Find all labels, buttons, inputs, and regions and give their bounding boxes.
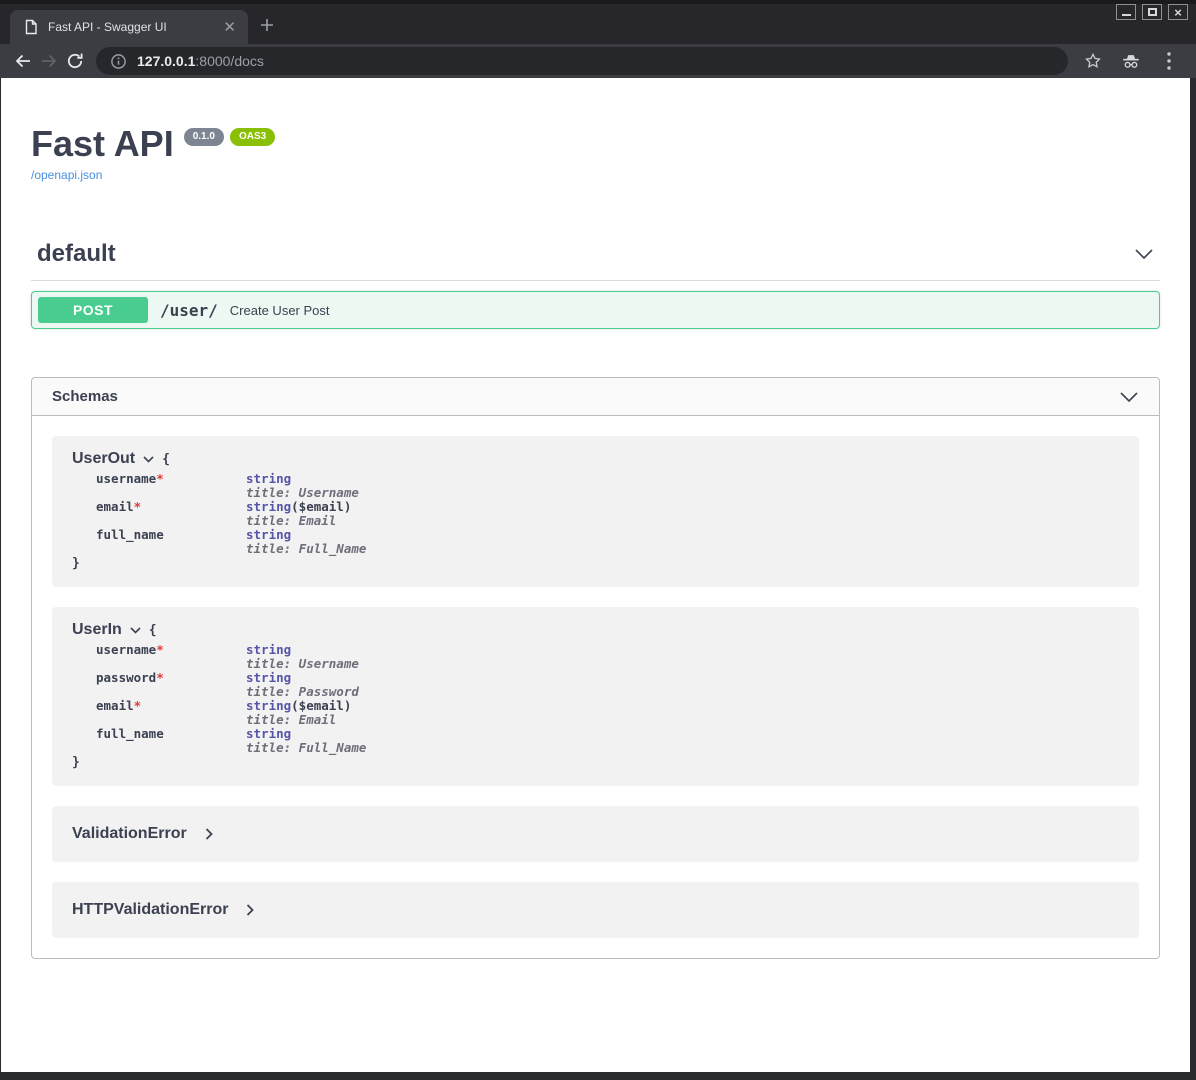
- endpoint-path: /user/: [160, 301, 218, 320]
- property-type: string: [246, 527, 291, 542]
- model-properties: username* string title: Username passwor…: [96, 643, 1119, 755]
- new-tab-button[interactable]: [260, 18, 274, 32]
- minimize-icon: [1122, 14, 1131, 16]
- model-title: UserIn: [72, 621, 122, 639]
- version-badge: 0.1.0: [184, 128, 224, 146]
- required-star: *: [156, 642, 164, 657]
- toolbar-actions: [1080, 48, 1182, 74]
- model-userout: UserOut { username* string title: Userna…: [52, 436, 1139, 587]
- openapi-spec-link[interactable]: /openapi.json: [31, 168, 102, 182]
- info-icon[interactable]: [110, 53, 127, 70]
- property-type: string: [246, 499, 291, 514]
- tag-section-default: default POST /user/ Create User Post: [31, 240, 1160, 329]
- model-userout-toggle[interactable]: UserOut {: [72, 450, 1119, 468]
- close-window-icon: ×: [1174, 6, 1182, 19]
- model-properties: username* string title: Username email* …: [96, 472, 1119, 556]
- property-title: title: Full_Name: [246, 741, 366, 755]
- required-star: *: [134, 499, 142, 514]
- incognito-icon[interactable]: [1118, 48, 1144, 74]
- model-title: ValidationError: [72, 825, 187, 843]
- tab-title: Fast API - Swagger UI: [48, 20, 221, 34]
- property-row: username* string title: Username: [96, 472, 1119, 500]
- close-brace: }: [72, 556, 1119, 571]
- model-title: HTTPValidationError: [72, 901, 228, 919]
- schemas-body: UserOut { username* string title: Userna…: [32, 416, 1159, 958]
- required-star: *: [156, 471, 164, 486]
- kebab-menu-icon[interactable]: [1156, 48, 1182, 74]
- close-window-button[interactable]: ×: [1168, 4, 1188, 20]
- property-row: email* string($email) title: Email: [96, 699, 1119, 727]
- model-userin: UserIn { username* string title: Usernam…: [52, 607, 1139, 786]
- property-format: ($email): [291, 499, 351, 514]
- api-info: Fast API 0.1.0 OAS3 /openapi.json: [1, 78, 1190, 184]
- model-httpvalidationerror[interactable]: HTTPValidationError: [52, 882, 1139, 938]
- property-type: string: [246, 726, 291, 741]
- property-row: email* string($email) title: Email: [96, 500, 1119, 528]
- property-format: ($email): [291, 698, 351, 713]
- schemas-title: Schemas: [52, 388, 118, 405]
- property-title: title: Password: [246, 685, 359, 699]
- chevron-right-icon[interactable]: [205, 828, 213, 840]
- bookmark-star-icon[interactable]: [1080, 48, 1106, 74]
- property-type: string: [246, 471, 291, 486]
- api-badges: 0.1.0 OAS3: [184, 128, 275, 146]
- forward-button[interactable]: [36, 48, 62, 74]
- chevron-down-icon[interactable]: [143, 456, 154, 463]
- window-frame-right: [1190, 78, 1196, 1080]
- back-button[interactable]: [10, 48, 36, 74]
- property-row: password* string title: Password: [96, 671, 1119, 699]
- minimize-button[interactable]: [1116, 4, 1136, 20]
- property-row: username* string title: Username: [96, 643, 1119, 671]
- window-frame-bottom: [0, 1072, 1196, 1080]
- oas3-badge: OAS3: [230, 128, 275, 146]
- model-title: UserOut: [72, 450, 135, 468]
- required-star: *: [134, 698, 142, 713]
- url-text: 127.0.0.1:8000/docs: [137, 53, 264, 69]
- reload-button[interactable]: [62, 48, 88, 74]
- window-controls: ×: [1116, 4, 1188, 20]
- window-title-strip: [0, 0, 1196, 4]
- property-title: title: Email: [246, 713, 351, 727]
- property-row: full_name string title: Full_Name: [96, 528, 1119, 556]
- open-brace: {: [162, 452, 170, 467]
- tag-header[interactable]: default: [31, 240, 1160, 281]
- property-type: string: [246, 698, 291, 713]
- chevron-down-icon[interactable]: [1134, 248, 1154, 260]
- url-host: 127.0.0.1: [137, 53, 195, 69]
- chevron-right-icon[interactable]: [246, 904, 254, 916]
- property-title: title: Full_Name: [246, 542, 366, 556]
- document-icon: [24, 19, 38, 35]
- endpoint-post-user[interactable]: POST /user/ Create User Post: [31, 291, 1160, 329]
- close-tab-icon[interactable]: ✕: [221, 20, 238, 35]
- property-type: string: [246, 670, 291, 685]
- property-type: string: [246, 642, 291, 657]
- property-title: title: Username: [246, 486, 359, 500]
- model-validationerror[interactable]: ValidationError: [52, 806, 1139, 862]
- url-path: :8000/docs: [195, 53, 264, 69]
- required-star: *: [156, 670, 164, 685]
- property-row: full_name string title: Full_Name: [96, 727, 1119, 755]
- property-title: title: Username: [246, 657, 359, 671]
- http-method-badge: POST: [38, 297, 148, 323]
- close-brace: }: [72, 755, 1119, 770]
- page-title: Fast API: [31, 124, 174, 164]
- url-bar[interactable]: 127.0.0.1:8000/docs: [96, 47, 1068, 75]
- tag-name: default: [37, 240, 116, 268]
- chevron-down-icon[interactable]: [130, 627, 141, 634]
- maximize-icon: [1148, 8, 1157, 16]
- schemas-section: Schemas UserOut { username*: [31, 377, 1160, 959]
- schemas-header[interactable]: Schemas: [32, 378, 1159, 416]
- swagger-ui-page: Fast API 0.1.0 OAS3 /openapi.json defaul…: [1, 78, 1190, 1072]
- chevron-down-icon[interactable]: [1119, 391, 1139, 403]
- endpoint-summary: Create User Post: [230, 303, 330, 318]
- browser-tab[interactable]: Fast API - Swagger UI ✕: [10, 10, 248, 44]
- browser-tab-bar: × Fast API - Swagger UI ✕: [0, 0, 1196, 44]
- property-title: title: Email: [246, 514, 351, 528]
- model-userin-toggle[interactable]: UserIn {: [72, 621, 1119, 639]
- browser-toolbar: 127.0.0.1:8000/docs: [0, 44, 1196, 78]
- open-brace: {: [149, 623, 157, 638]
- maximize-button[interactable]: [1142, 4, 1162, 20]
